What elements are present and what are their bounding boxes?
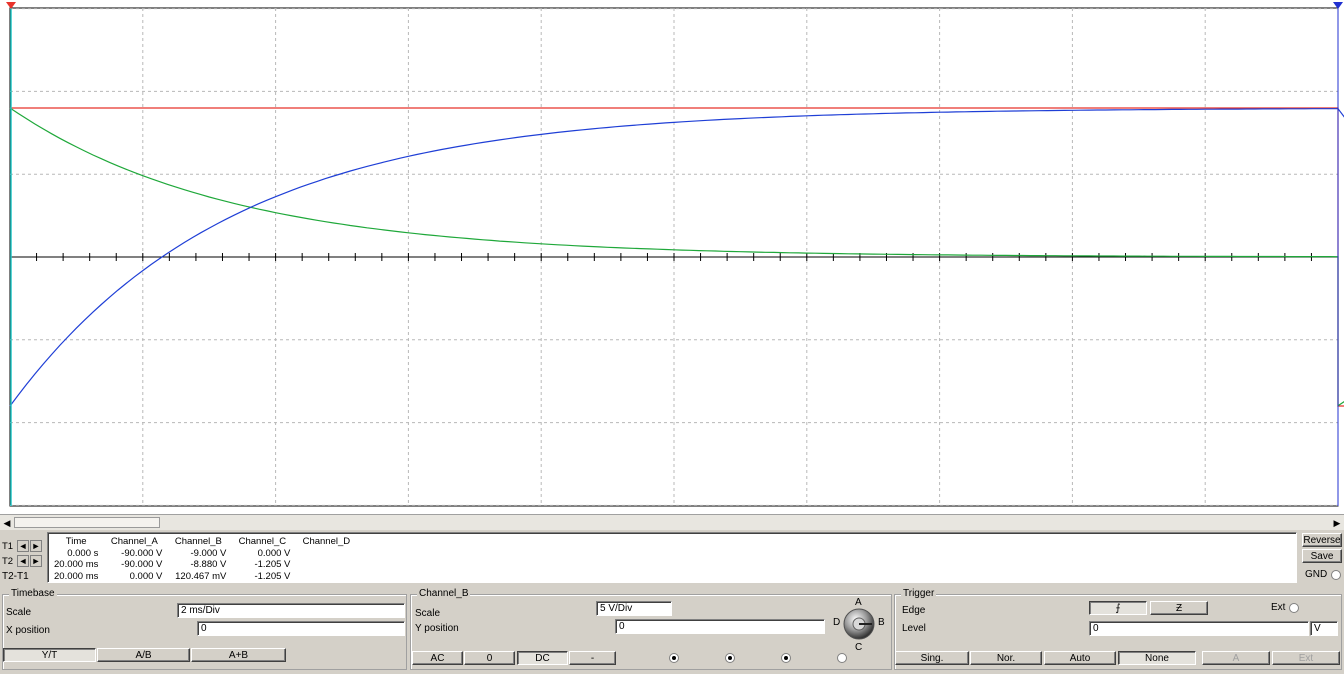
cursor-t2-left-icon[interactable]: ◄ bbox=[17, 555, 29, 567]
channel-b-scale-field[interactable]: 5 V/Div bbox=[596, 601, 672, 616]
diff-channel-d bbox=[294, 571, 358, 583]
a-plus-b-mode-button[interactable]: A+B bbox=[191, 648, 286, 662]
falling-edge-button[interactable]: Ƶ bbox=[1150, 601, 1208, 615]
channel-radio-2[interactable] bbox=[725, 653, 735, 663]
scroll-left-icon[interactable]: ◀ bbox=[0, 516, 14, 530]
table-row: 20.000 ms -90.000 V -8.880 V -1.205 V bbox=[50, 559, 358, 571]
rising-edge-icon: ⨍ bbox=[1115, 602, 1121, 614]
knob-label-d: D bbox=[833, 617, 841, 628]
trigger-edge-label: Edge bbox=[902, 605, 926, 616]
y-position-label: Y position bbox=[415, 623, 459, 634]
table-header-row: Time Channel_A Channel_B Channel_C Chann… bbox=[50, 536, 358, 548]
coupling-zero-button[interactable]: 0 bbox=[464, 651, 515, 665]
trigger-level-field[interactable]: 0 bbox=[1089, 621, 1309, 636]
diff-channel-b: 120.467 mV bbox=[175, 570, 227, 582]
channel-radio-4[interactable] bbox=[837, 653, 847, 663]
col-channel-b-header: Channel_B bbox=[174, 536, 222, 547]
channel-b-title: Channel_B bbox=[417, 588, 471, 599]
coupling-ac-button[interactable]: AC bbox=[412, 651, 463, 665]
reverse-button[interactable]: Reverse bbox=[1302, 533, 1342, 547]
cursor-t1-label: T1 bbox=[2, 541, 14, 552]
diff-channel-c: -1.205 V bbox=[254, 570, 291, 582]
trigger-source-ext-button[interactable]: Ext bbox=[1272, 651, 1340, 665]
t2-channel-a: -90.000 V bbox=[121, 559, 163, 570]
t1-channel-d bbox=[294, 548, 358, 560]
timebase-scale-field[interactable]: 2 ms/Div bbox=[177, 603, 405, 618]
knob-label-b: B bbox=[878, 617, 885, 628]
trigger-ext-radio[interactable] bbox=[1289, 603, 1299, 613]
save-button[interactable]: Save bbox=[1302, 549, 1342, 563]
x-position-label: X position bbox=[6, 625, 50, 636]
cursor-t2-right-icon[interactable]: ► bbox=[30, 555, 42, 567]
channel-radio-3[interactable] bbox=[781, 653, 791, 663]
measurement-table: Time Channel_A Channel_B Channel_C Chann… bbox=[50, 536, 358, 582]
scroll-right-icon[interactable]: ▶ bbox=[1330, 516, 1344, 530]
trigger-level-label: Level bbox=[902, 623, 926, 634]
trigger-ext-label: Ext bbox=[1271, 602, 1286, 613]
t1-channel-c: 0.000 V bbox=[257, 547, 291, 559]
yt-mode-button[interactable]: Y/T bbox=[3, 648, 96, 662]
diff-time: 20.000 ms bbox=[54, 570, 99, 582]
knob-label-c: C bbox=[855, 642, 863, 653]
timebase-scale-label: Scale bbox=[6, 607, 32, 618]
diff-channel-a: 0.000 V bbox=[129, 570, 163, 582]
col-channel-a-header: Channel_A bbox=[110, 536, 158, 547]
trigger-source-a-button[interactable]: A bbox=[1202, 651, 1270, 665]
trigger-normal-button[interactable]: Nor. bbox=[970, 651, 1042, 665]
col-channel-d-header: Channel_D bbox=[302, 536, 351, 547]
trigger-none-button[interactable]: None bbox=[1118, 651, 1196, 665]
time-scrollbar[interactable]: ◀ ▶ bbox=[0, 514, 1344, 530]
cursor-t1-row: T1 ◄ ► bbox=[2, 540, 46, 552]
cursor-t1-right-icon[interactable]: ► bbox=[30, 540, 42, 552]
ab-mode-button[interactable]: A/B bbox=[97, 648, 190, 662]
t1-time: 0.000 s bbox=[67, 547, 99, 559]
trigger-title: Trigger bbox=[901, 588, 937, 599]
cursor-t2-label: T2 bbox=[2, 556, 14, 567]
t1-channel-b: -9.000 V bbox=[190, 547, 227, 559]
rising-edge-button[interactable]: ⨍ bbox=[1089, 601, 1147, 615]
cursor-diff-label: T2-T1 bbox=[2, 571, 29, 582]
t2-channel-c: -1.205 V bbox=[254, 559, 291, 570]
cursor-t2-row: T2 ◄ ► bbox=[2, 555, 46, 567]
t1-channel-a: -90.000 V bbox=[121, 547, 163, 559]
y-position-field[interactable]: 0 bbox=[615, 619, 825, 634]
t2-channel-b: -8.880 V bbox=[190, 559, 227, 570]
coupling-dc-button[interactable]: DC bbox=[517, 651, 568, 665]
col-channel-c-header: Channel_C bbox=[238, 536, 287, 547]
cursor-t1-left-icon[interactable]: ◄ bbox=[17, 540, 29, 552]
col-time-header: Time bbox=[65, 536, 87, 547]
x-position-field[interactable]: 0 bbox=[197, 621, 405, 636]
table-row: 0.000 s -90.000 V -9.000 V 0.000 V bbox=[50, 548, 358, 560]
scroll-thumb[interactable] bbox=[14, 517, 160, 528]
coupling-minus-button[interactable]: - bbox=[569, 651, 616, 665]
trigger-auto-button[interactable]: Auto bbox=[1044, 651, 1116, 665]
waveform-display bbox=[6, 2, 1344, 507]
t2-channel-d bbox=[294, 559, 358, 571]
channel-selector-knob-icon[interactable] bbox=[842, 607, 876, 641]
scope-screen[interactable] bbox=[0, 0, 1344, 514]
t2-time: 20.000 ms bbox=[54, 559, 99, 570]
table-row: 20.000 ms 0.000 V 120.467 mV -1.205 V bbox=[50, 571, 358, 583]
trigger-single-button[interactable]: Sing. bbox=[895, 651, 969, 665]
timebase-title: Timebase bbox=[9, 588, 57, 599]
channel-b-scale-label: Scale bbox=[415, 608, 441, 619]
gnd-radio[interactable] bbox=[1331, 570, 1341, 580]
channel-radio-1[interactable] bbox=[669, 653, 679, 663]
gnd-label: GND bbox=[1305, 569, 1328, 580]
trigger-level-unit[interactable]: V bbox=[1310, 621, 1338, 636]
falling-edge-icon: Ƶ bbox=[1175, 602, 1183, 614]
